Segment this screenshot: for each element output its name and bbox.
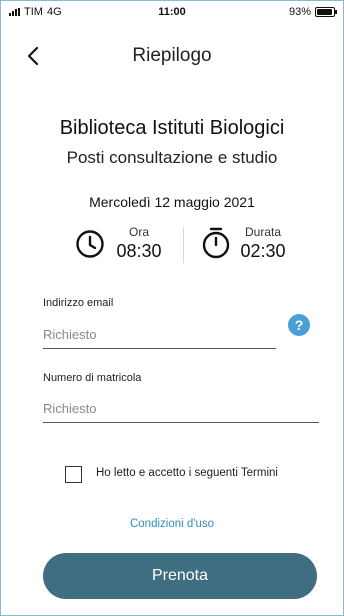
time-divider	[183, 227, 184, 263]
terms-label: Ho letto e accetto i seguenti Termini	[96, 467, 278, 479]
conditions-link[interactable]: Condizioni d'uso	[1, 518, 343, 530]
phone-screen: TIM 4G 11:00 93% Riepilogo Biblioteca Is…	[0, 0, 344, 616]
time-value: 08:30	[116, 241, 162, 261]
duration-label: Durata	[244, 225, 282, 239]
terms-checkbox[interactable]	[65, 466, 82, 483]
battery-percent: 93%	[288, 6, 311, 18]
service-name: Posti consultazione e studio	[66, 148, 278, 167]
battery-icon	[315, 7, 337, 17]
student-id-label: Numero di matricola	[43, 372, 142, 384]
venue-name: Biblioteca Istituti Biologici	[59, 117, 285, 139]
help-button[interactable]: ?	[288, 314, 310, 336]
duration-value: 02:30	[240, 241, 286, 261]
clock-icon	[76, 230, 104, 258]
time-label: Ora	[128, 225, 149, 239]
email-label: Indirizzo email	[43, 297, 114, 309]
time-summary: Ora 08:30 Durata 02:30	[1, 223, 343, 267]
page-title: Riepilogo	[132, 45, 212, 66]
submit-button[interactable]: Prenota	[43, 553, 317, 599]
status-right: 93%	[288, 6, 337, 18]
booking-date: Mercoledì 12 maggio 2021	[89, 194, 255, 210]
status-bar: TIM 4G 11:00 93%	[1, 1, 343, 23]
student-id-field[interactable]	[43, 401, 319, 423]
stopwatch-icon	[202, 227, 230, 259]
email-field[interactable]	[43, 327, 276, 349]
